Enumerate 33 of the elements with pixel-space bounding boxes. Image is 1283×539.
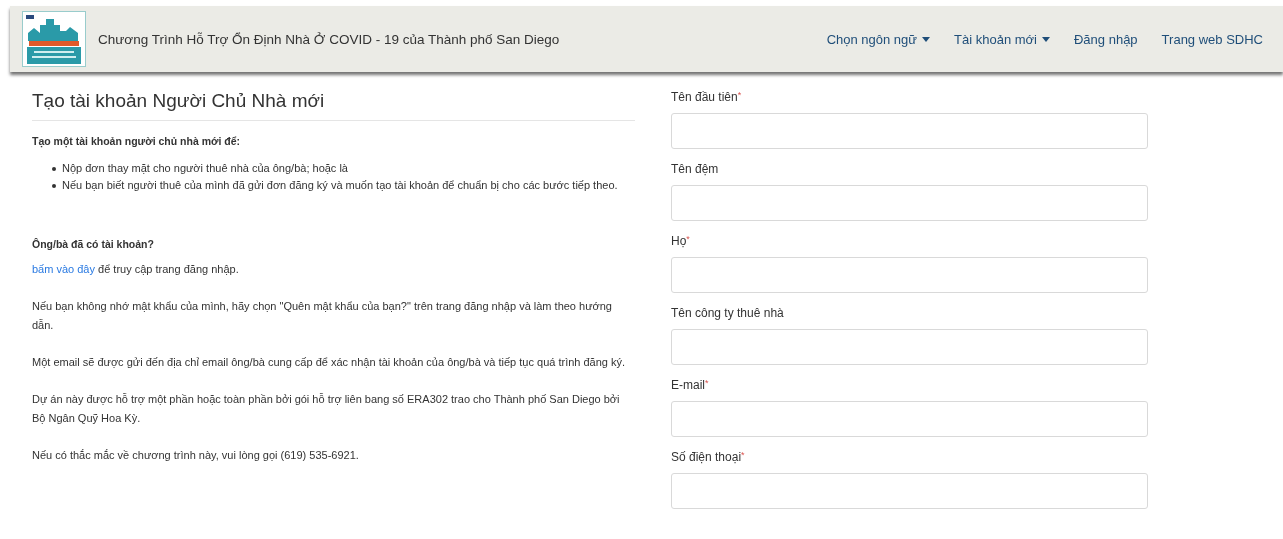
paragraph: Một email sẽ được gửi đến địa chỉ email ông/bà cung cấp để xác nhận tài khoản của ông/bà và tiếp tục quá trình đăng ký. <box>32 355 627 370</box>
dropdown-menu[interactable]: Tài khoản mới <box>954 31 1050 47</box>
paragraph: Dự án này được hỗ trợ một phần hoặc toàn phần bởi gói hỗ trợ liên bang số ERA302 trao cho Thành phố San Diego bởi Bộ Ngân Quỹ Hoa Kỳ. <box>32 392 621 426</box>
input-field[interactable] <box>671 185 1148 221</box>
login-link[interactable]: bấm vào đây <box>32 263 95 275</box>
field-label: Số điện thoại* <box>671 450 746 464</box>
bullet-icon <box>52 166 56 171</box>
nav-link[interactable]: Trang web SDHC <box>1161 31 1263 47</box>
bullet-item: Nộp đơn thay mặt cho người thuê nhà của ông/bà; hoặc là <box>62 161 348 176</box>
field-label: Họ* <box>671 234 691 248</box>
field-label: Tên đầu tiên* <box>671 90 743 104</box>
intro-text: Tạo một tài khoản người chủ nhà mới để: <box>32 135 242 147</box>
field-label: Tên công ty thuê nhà <box>671 306 785 320</box>
site-title: Chương Trình Hỗ Trợ Ổn Định Nhà Ở COVID - 19 của Thành phố San Diego <box>98 31 561 47</box>
input-field[interactable] <box>671 401 1148 437</box>
field-label: Tên đệm <box>671 162 720 176</box>
caret-icon <box>1042 36 1050 42</box>
page-heading: Tạo tài khoản Người Chủ Nhà mới <box>32 90 635 121</box>
input-field[interactable] <box>671 329 1148 365</box>
bullet-icon <box>52 183 56 188</box>
bullet-item: Nếu bạn biết người thuê của mình đã gửi đơn đăng ký và muốn tạo tài khoản để chuẩn bị cho các bước tiếp theo. <box>62 178 618 193</box>
dropdown-menu[interactable]: Chọn ngôn ngữ <box>826 31 931 47</box>
paragraph: Nếu có thắc mắc về chương trình này, vui lòng gọi (619) 535-6921. <box>32 448 360 463</box>
nav-link[interactable]: Đăng nhập <box>1074 31 1138 47</box>
caret-icon <box>922 36 931 42</box>
input-field[interactable] <box>671 257 1148 293</box>
logo <box>22 11 86 67</box>
input-field[interactable] <box>671 473 1148 509</box>
field-label: E-mail* <box>671 378 710 392</box>
section-title: Ông/bà đã có tài khoản? <box>32 238 155 250</box>
input-field[interactable] <box>671 113 1148 149</box>
paragraph: bấm vào đây để truy cập trang đăng nhập. <box>32 262 240 277</box>
paragraph: Nếu bạn không nhớ mật khẩu của mình, hãy chọn "Quên mật khẩu của bạn?" trên trang đăng nhập và làm theo hướng dẫn. <box>32 299 613 333</box>
